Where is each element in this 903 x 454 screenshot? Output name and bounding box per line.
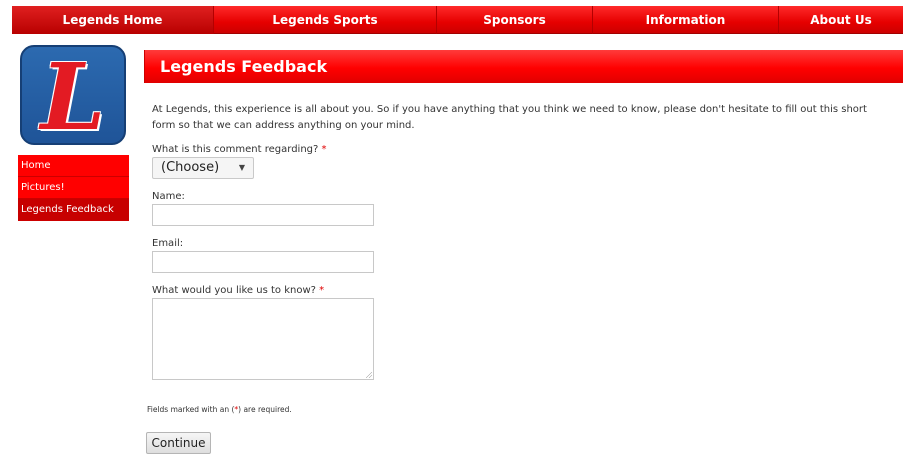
nav-about-us[interactable]: About Us — [779, 6, 903, 34]
top-navigation: Legends Home Legends Sports Sponsors Inf… — [0, 0, 903, 36]
topic-select-value: (Choose) — [161, 160, 220, 175]
resize-handle-icon[interactable] — [366, 372, 372, 378]
intro-text: At Legends, this experience is all about… — [152, 104, 867, 131]
nav-legends-sports[interactable]: Legends Sports — [214, 6, 437, 34]
sidebar-item-home[interactable]: Home — [18, 155, 129, 177]
required-marker: * — [319, 285, 325, 296]
required-note-prefix: Fields marked with an ( — [147, 405, 235, 414]
email-input[interactable] — [152, 251, 374, 273]
required-marker: * — [321, 144, 327, 155]
page-title: Legends Feedback — [160, 57, 328, 76]
sidebar-navigation: Home Pictures! Legends Feedback — [18, 155, 129, 221]
required-note-suffix: ) are required. — [238, 405, 292, 414]
dropdown-arrow-icon: ▼ — [238, 163, 245, 172]
intro-block: At Legends, this experience is all about… — [152, 102, 892, 134]
topic-label: What is this comment regarding? * — [152, 144, 327, 155]
message-textarea[interactable] — [152, 298, 374, 380]
legends-logo[interactable]: L — [20, 45, 126, 145]
message-label: What would you like us to know? * — [152, 285, 324, 296]
nav-legends-home[interactable]: Legends Home — [12, 6, 214, 34]
required-fields-note: Fields marked with an (*) are required. — [147, 405, 292, 414]
sidebar-item-legends-feedback[interactable]: Legends Feedback — [18, 199, 129, 221]
topic-select[interactable]: (Choose) ▼ — [152, 157, 254, 179]
continue-button[interactable]: Continue — [146, 432, 211, 454]
nav-information[interactable]: Information — [593, 6, 779, 34]
page-title-bar: Legends Feedback — [144, 50, 903, 83]
logo-letter: L — [40, 45, 106, 145]
name-input[interactable] — [152, 204, 374, 226]
topic-label-text: What is this comment regarding? — [152, 144, 319, 155]
sidebar-item-pictures[interactable]: Pictures! — [18, 177, 129, 199]
nav-sponsors[interactable]: Sponsors — [437, 6, 593, 34]
name-label: Name: — [152, 191, 185, 202]
email-label: Email: — [152, 238, 184, 249]
message-label-text: What would you like us to know? — [152, 285, 316, 296]
